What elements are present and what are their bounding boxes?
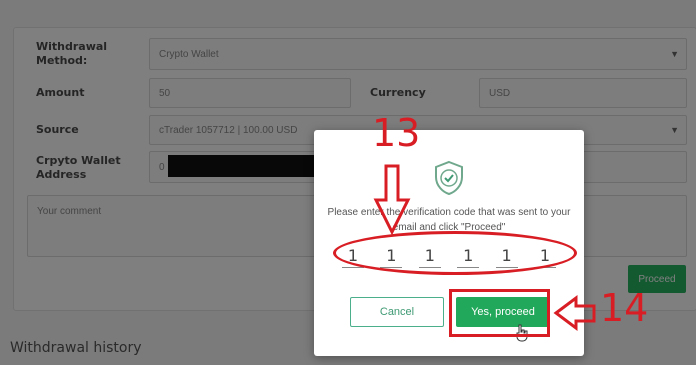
left-arrow-icon <box>553 295 596 331</box>
annotation-arrows <box>373 164 596 331</box>
down-arrow-icon <box>373 164 411 236</box>
